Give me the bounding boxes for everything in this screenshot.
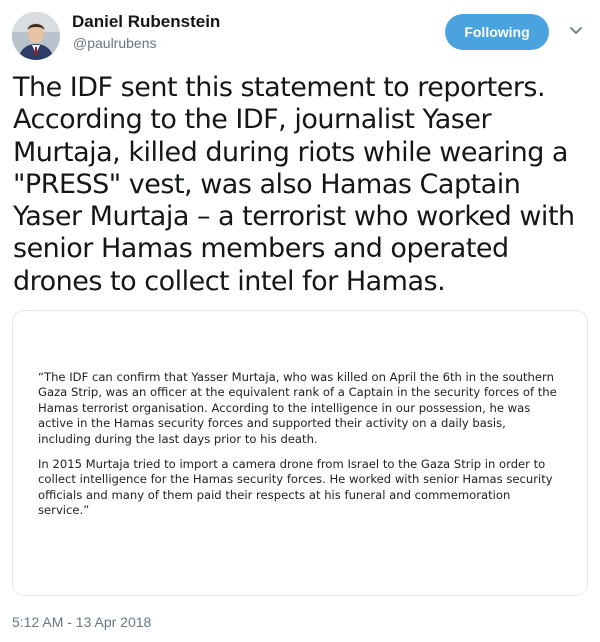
statement-paragraph: “The IDF can confirm that Yasser Murtaja… [38, 370, 557, 446]
chevron-down-icon[interactable] [568, 24, 584, 36]
tweet-text: The IDF sent this statement to reporters… [13, 72, 575, 297]
following-button[interactable]: Following [445, 14, 549, 50]
statement-paragraph: In 2015 Murtaja tried to import a camera… [38, 457, 553, 518]
tweet-media-image[interactable]: “The IDF can confirm that Yasser Murtaja… [12, 310, 588, 596]
avatar[interactable] [12, 12, 60, 60]
tweet-timestamp[interactable]: 5:12 AM - 13 Apr 2018 [12, 614, 151, 630]
author-display-name[interactable]: Daniel Rubenstein [72, 12, 220, 32]
statement-text: “The IDF can confirm that Yasser Murtaja… [38, 370, 558, 529]
author-handle[interactable]: @paulrubens [73, 35, 157, 51]
